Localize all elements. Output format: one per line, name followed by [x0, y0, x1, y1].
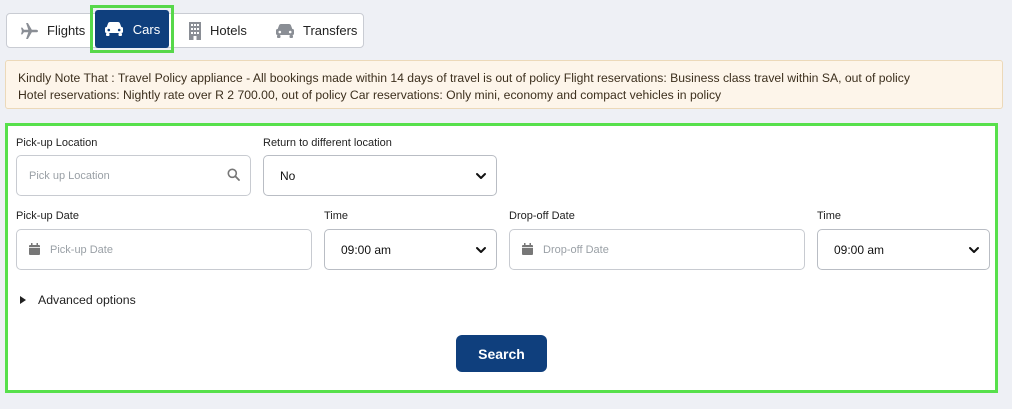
- calendar-icon: [29, 243, 40, 258]
- tab-cars-label: Cars: [132, 21, 161, 37]
- plane-icon: [19, 22, 39, 39]
- search-button[interactable]: Search: [456, 335, 547, 372]
- chevron-down-icon: [475, 170, 487, 182]
- return-location-value: No: [280, 168, 296, 183]
- travel-policy-notice: Kindly Note That : Travel Policy applian…: [5, 60, 1003, 109]
- dropoff-time-select[interactable]: 09:00 am: [817, 229, 990, 270]
- chevron-down-icon: [475, 244, 487, 256]
- dropoff-time-value: 09:00 am: [834, 242, 885, 257]
- caret-right-icon: [20, 296, 26, 304]
- notice-line-1: Kindly Note That : Travel Policy applian…: [18, 71, 910, 85]
- return-location-select[interactable]: No: [263, 155, 497, 196]
- chevron-down-icon: [968, 244, 980, 256]
- car-icon: [275, 23, 295, 39]
- tab-transfers-label: Transfers: [303, 23, 358, 38]
- product-tabs: Flights Hotels Transfers: [6, 13, 364, 48]
- pickup-date-input[interactable]: Pick-up Date: [16, 229, 312, 270]
- tab-hotels[interactable]: Hotels: [188, 14, 247, 47]
- notice-line-2: Hotel reservations: Nightly rate over R …: [18, 88, 722, 102]
- tab-flights[interactable]: Flights: [19, 14, 85, 47]
- advanced-options-toggle[interactable]: Advanced options: [20, 293, 136, 307]
- tab-transfers[interactable]: Transfers: [275, 14, 357, 47]
- car-icon: [104, 21, 124, 37]
- search-icon: [227, 168, 240, 184]
- pickup-date-label: Pick-up Date: [16, 210, 79, 222]
- pickup-time-value: 09:00 am: [341, 242, 392, 257]
- tab-cars[interactable]: Cars: [95, 10, 169, 48]
- tab-cars-highlight: Cars: [90, 5, 174, 53]
- pickup-date-placeholder: Pick-up Date: [50, 243, 113, 256]
- calendar-icon: [522, 243, 533, 258]
- dropoff-time-label: Time: [817, 210, 842, 222]
- pickup-location-placeholder: Pick up Location: [29, 169, 110, 182]
- dropoff-date-placeholder: Drop-off Date: [543, 243, 609, 256]
- pickup-time-label: Time: [324, 210, 349, 222]
- return-location-label: Return to different location: [263, 137, 392, 149]
- pickup-location-label: Pick-up Location: [16, 137, 98, 149]
- car-search-form: Pick-up Location Pick up Location Return…: [5, 123, 998, 393]
- tab-hotels-label: Hotels: [210, 23, 247, 38]
- pickup-location-input[interactable]: Pick up Location: [16, 155, 251, 196]
- pickup-time-select[interactable]: 09:00 am: [324, 229, 497, 270]
- dropoff-date-input[interactable]: Drop-off Date: [509, 229, 805, 270]
- building-icon: [188, 21, 202, 40]
- tab-flights-label: Flights: [47, 23, 86, 38]
- advanced-options-label: Advanced options: [38, 293, 136, 307]
- dropoff-date-label: Drop-off Date: [509, 210, 575, 222]
